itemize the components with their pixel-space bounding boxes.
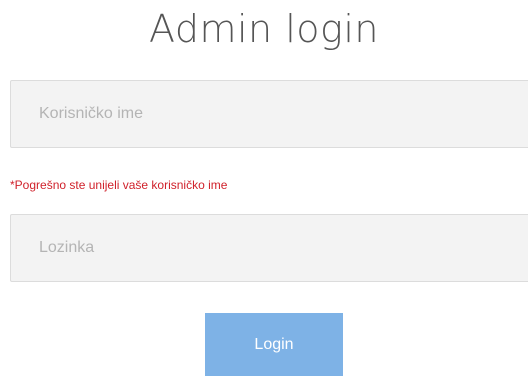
login-button[interactable]: Login [205,313,343,376]
page-title: Admin login [149,7,379,51]
login-form: Admin login *Pogrešno ste unijeli vaše k… [0,0,528,376]
username-input[interactable] [10,80,528,148]
password-input[interactable] [10,214,528,282]
username-error-message: *Pogrešno ste unijeli vaše korisničko im… [10,178,228,192]
